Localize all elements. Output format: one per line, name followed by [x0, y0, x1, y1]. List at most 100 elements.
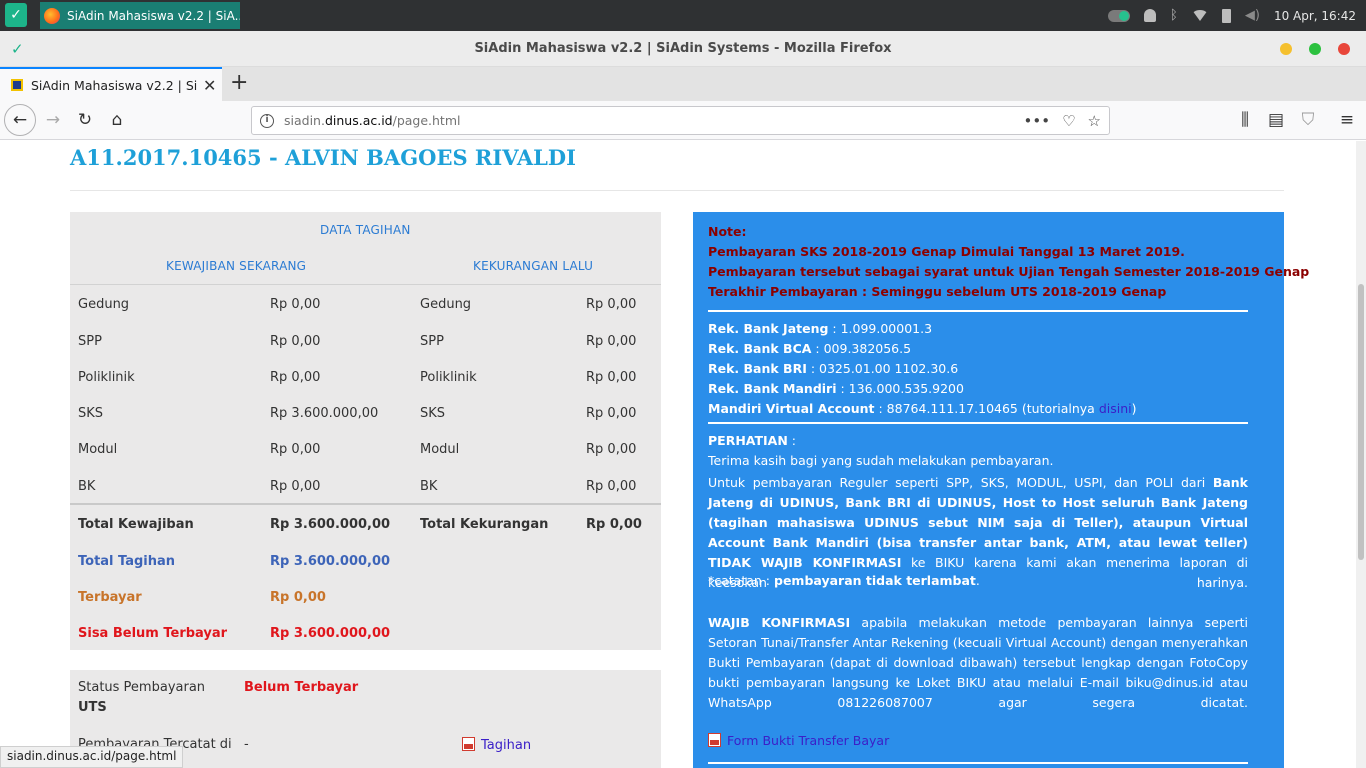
row-label-now: SKS [78, 406, 104, 421]
url-prefix: siadin. [284, 113, 325, 128]
payment-note-panel: Note: Pembayaran SKS 2018-2019 Genap Dim… [693, 212, 1310, 768]
va-value: : 88764.111.17.10465 (tutorialnya [874, 401, 1099, 416]
row-label-now: SPP [78, 334, 102, 349]
sidebar-icon[interactable]: ▤ [1261, 105, 1291, 135]
status-badge: Belum Terbayar [244, 680, 359, 695]
col-header-current: KEWAJIBAN SEKARANG [166, 259, 307, 273]
toggle-icon[interactable] [1108, 9, 1131, 22]
close-tab-icon[interactable]: ✕ [203, 76, 216, 95]
divider [708, 762, 1248, 764]
row-label-past: SPP [420, 334, 444, 349]
shield-icon[interactable]: ⛉ [1293, 105, 1323, 135]
scrollbar-thumb[interactable] [1358, 284, 1364, 560]
catatan-end: . [975, 573, 980, 588]
total-obligation-value: Rp 3.600.000,00 [270, 517, 391, 532]
student-name-heading: A11.2017.10465 - ALVIN BAGOES RIVALDI [70, 145, 576, 170]
bill-panel: DATA TAGIHAN KEWAJIBAN SEKARANG KEKURANG… [70, 212, 661, 650]
row-label-now: Gedung [78, 297, 130, 312]
maximize-button[interactable] [1309, 43, 1321, 55]
divider [708, 310, 1248, 312]
catatan-line: *catatan : pembayaran tidak terlambat. [708, 573, 1248, 588]
divider [70, 503, 661, 505]
bluetooth-icon[interactable]: ᛒ [1170, 8, 1178, 23]
form-link-label[interactable]: Form Bukti Transfer Bayar [727, 733, 889, 748]
site-info-icon[interactable]: i [260, 113, 274, 128]
menu-hamburger-icon[interactable]: ≡ [1332, 105, 1362, 135]
perhatian-colon: : [787, 433, 796, 448]
row-value-now: Rp 0,00 [270, 442, 321, 457]
siadin-favicon-icon [11, 79, 23, 91]
virtual-account-item: Mandiri Virtual Account : 88764.111.17.1… [708, 401, 1248, 416]
bank-value: : 009.382056.5 [811, 341, 912, 356]
page-scrollbar[interactable] [1356, 141, 1366, 768]
bill-link-label[interactable]: Tagihan [481, 738, 531, 753]
url-domain: dinus.ac.id [324, 113, 393, 128]
row-value-past: Rp 0,00 [586, 406, 637, 421]
row-label-past: BK [420, 479, 438, 494]
perhatian-title: PERHATIAN [708, 433, 788, 448]
library-icon[interactable]: ⫼ [1230, 105, 1260, 135]
col-header-previous: KEKURANGAN LALU [473, 259, 594, 273]
total-shortfall-label: Total Kekurangan [420, 517, 549, 532]
system-tray: ᛒ ◀) 10 Apr, 16:42 [1108, 0, 1366, 31]
bank-value: : 1.099.00001.3 [828, 321, 933, 336]
page-content: A11.2017.10465 - ALVIN BAGOES RIVALDI DA… [0, 141, 1356, 768]
bank-value: : 0325.01.00 1102.30.6 [806, 361, 959, 376]
row-label-now: Poliklinik [78, 370, 135, 385]
clock[interactable]: 10 Apr, 16:42 [1274, 9, 1356, 23]
status-label: Status Pembayaran [78, 680, 206, 695]
total-bill-value: Rp 3.600.000,00 [270, 554, 391, 569]
tab-siadin[interactable]: SiAdin Mahasiswa v2.2 | SiAdin Systems ✕ [0, 67, 222, 101]
tutorial-link[interactable]: disini [1099, 401, 1132, 416]
volume-icon[interactable]: ◀) [1245, 8, 1260, 23]
unpaid-value: Rp 3.600.000,00 [270, 626, 391, 641]
perhatian-heading: PERHATIAN : [708, 433, 1248, 448]
total-bill-label: Total Tagihan [78, 554, 176, 569]
row-value-past: Rp 0,00 [586, 370, 637, 385]
row-value-now: Rp 0,00 [270, 297, 321, 312]
note-line: Pembayaran tersebut sebagai syarat untuk… [708, 264, 1310, 279]
catatan-bold: pembayaran tidak terlambat [774, 573, 976, 588]
new-tab-button[interactable]: + [230, 70, 248, 95]
close-window-button[interactable] [1338, 43, 1350, 55]
page-actions-icon[interactable]: ••• [1024, 112, 1051, 130]
reload-button[interactable]: ↻ [70, 105, 100, 135]
paid-value: Rp 0,00 [270, 590, 326, 605]
bank-account-item: Rek. Bank BRI : 0325.01.00 1102.30.6 [708, 361, 1248, 376]
row-label-past: Modul [420, 442, 460, 457]
total-obligation-label: Total Kewajiban [78, 517, 194, 532]
bookmark-star-icon[interactable]: ☆ [1088, 112, 1101, 130]
note-title: Note: [708, 224, 747, 239]
row-value-now: Rp 0,00 [270, 370, 321, 385]
forward-button[interactable]: → [38, 105, 68, 135]
bank-account-item: Rek. Bank Jateng : 1.099.00001.3 [708, 321, 1248, 336]
bank-label: Rek. Bank BCA [708, 341, 812, 356]
bank-label: Rek. Bank Jateng [708, 321, 829, 336]
notification-bell-icon[interactable] [1144, 9, 1157, 22]
catatan-prefix: *catatan : [708, 573, 774, 588]
row-value-now: Rp 0,00 [270, 479, 321, 494]
bank-account-item: Rek. Bank Mandiri : 136.000.535.9200 [708, 381, 1248, 396]
window-titlebar: ✓ SiAdin Mahasiswa v2.2 | SiAdin Systems… [0, 31, 1366, 67]
row-value-past: Rp 0,00 [586, 479, 637, 494]
bill-title: DATA TAGIHAN [320, 223, 411, 237]
divider [708, 422, 1248, 424]
link-status-bar: siadin.dinus.ac.id/page.html [0, 746, 184, 768]
firefox-icon [44, 7, 60, 24]
os-top-panel: ✓ SiAdin Mahasiswa v2.2 | SiA... ᛒ ◀) 10… [0, 0, 1366, 31]
row-label-now: Modul [78, 442, 118, 457]
taskbar-window-button[interactable]: SiAdin Mahasiswa v2.2 | SiA... [40, 2, 240, 29]
row-label-now: BK [78, 479, 96, 494]
minimize-button[interactable] [1280, 43, 1292, 55]
bank-value: : 136.000.535.9200 [836, 381, 964, 396]
bill-pdf-link[interactable]: Tagihan [462, 737, 531, 753]
form-download-link[interactable]: Form Bukti Transfer Bayar [708, 733, 1248, 748]
wifi-icon[interactable] [1191, 10, 1208, 21]
app-menu-icon[interactable]: ✓ [5, 3, 27, 27]
battery-icon[interactable] [1221, 8, 1231, 23]
home-button[interactable]: ⌂ [102, 105, 132, 135]
bank-label: Rek. Bank BRI [708, 361, 807, 376]
back-button[interactable]: ← [4, 104, 36, 136]
pocket-icon[interactable]: ♡ [1062, 112, 1075, 130]
url-bar[interactable]: i siadin. dinus.ac.id/page.html ••• ♡ ☆ [251, 106, 1110, 135]
